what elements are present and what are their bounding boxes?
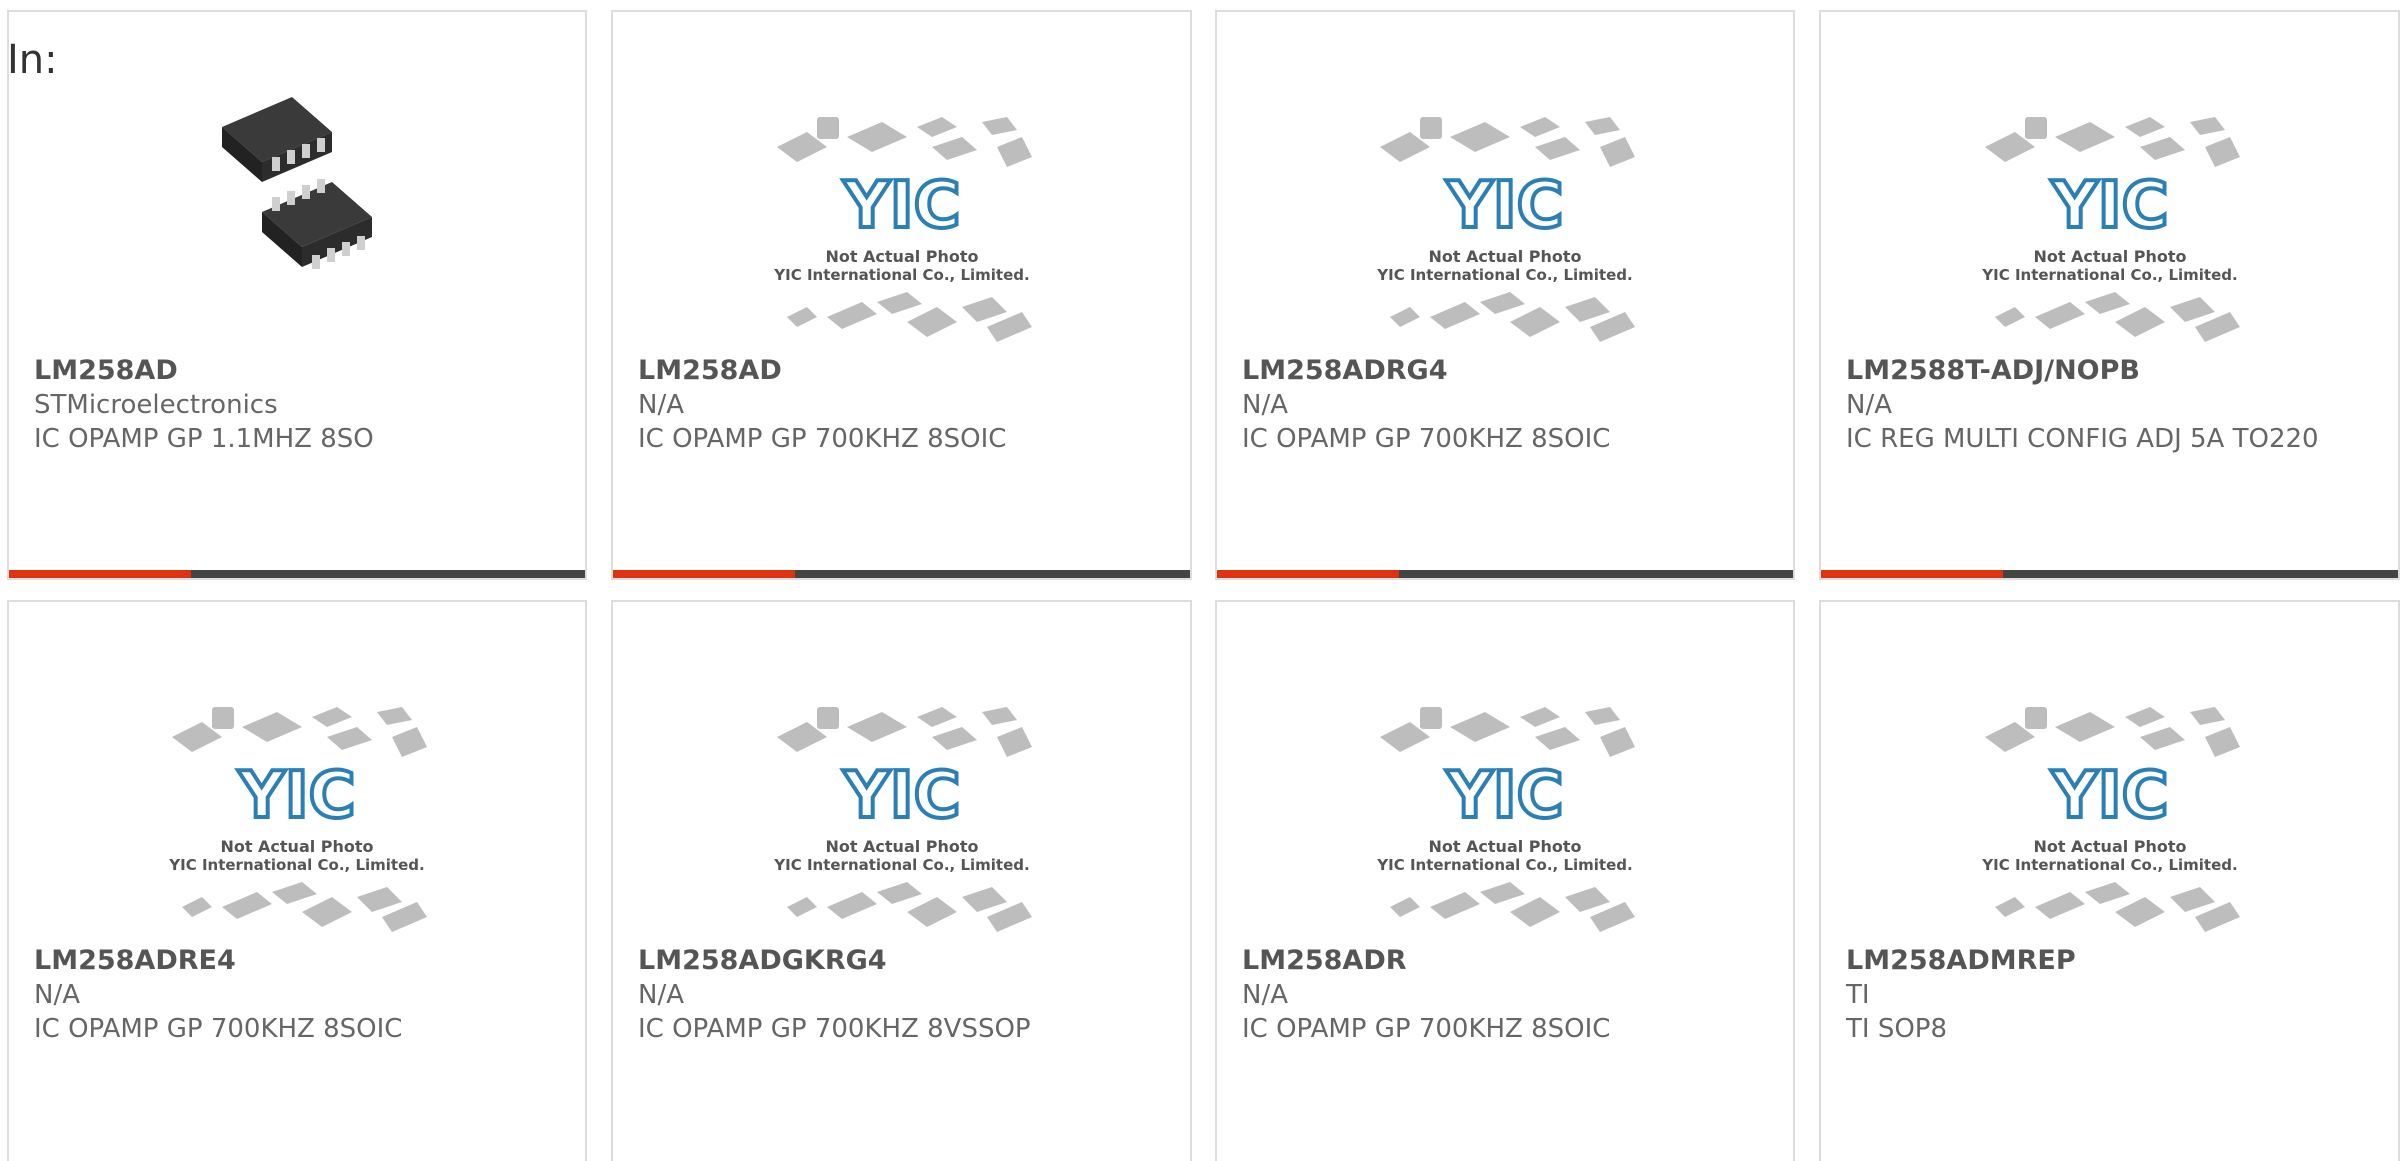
product-image [9,87,585,297]
product-card[interactable]: YIC Not Actual Photo YIC International C… [611,600,1192,1161]
svg-text:Not Actual Photo: Not Actual Photo [825,247,978,266]
yic-logo-icon: YIC [237,759,355,833]
yic-logo-icon: YIC [842,759,960,833]
part-number[interactable]: LM258ADGKRG4 [638,944,1165,978]
product-image: YIC Not Actual Photo YIC International C… [1217,692,1793,942]
part-number[interactable]: LM258ADR [1242,944,1768,978]
manufacturer: N/A [1846,390,1892,420]
product-card[interactable]: YIC Not Actual Photo YIC International C… [1215,10,1795,580]
description: IC OPAMP GP 1.1MHZ 8SO [34,424,374,454]
svg-text:YIC International Co., Limited: YIC International Co., Limited. [1376,856,1632,874]
card-footer-bar [1217,570,1793,578]
part-number[interactable]: LM258ADRG4 [1242,354,1768,388]
description: IC OPAMP GP 700KHZ 8SOIC [1242,1014,1611,1044]
yic-logo-icon: YIC [842,169,960,243]
svg-text:Not Actual Photo: Not Actual Photo [825,837,978,856]
description: IC OPAMP GP 700KHZ 8SOIC [1242,424,1611,454]
yic-logo-icon: YIC [1445,759,1563,833]
product-card[interactable]: YIC Not Actual Photo YIC International C… [1819,600,2400,1161]
svg-text:YIC International Co., Limited: YIC International Co., Limited. [1376,266,1632,284]
manufacturer: TI [1846,980,1870,1010]
manufacturer: N/A [638,390,684,420]
soic-chip-icon [222,97,372,269]
product-card[interactable]: YIC Not Actual Photo YIC International C… [611,10,1192,580]
card-footer-bar [613,570,1190,578]
yic-logo-icon: YIC [2050,759,2168,833]
part-number[interactable]: LM258AD [638,354,1165,388]
svg-text:YIC International Co., Limited: YIC International Co., Limited. [773,856,1029,874]
description: IC REG MULTI CONFIG ADJ 5A TO220 [1846,424,2319,454]
part-number[interactable]: LM258ADMREP [1846,944,2373,978]
description: TI SOP8 [1846,1014,1948,1044]
product-card[interactable]: LM258AD STMicroelectronics IC OPAMP GP 1… [7,10,587,580]
yic-logo-icon: YIC [2050,169,2168,243]
part-number[interactable]: LM2588T-ADJ/NOPB [1846,354,2373,388]
description: IC OPAMP GP 700KHZ 8SOIC [34,1014,403,1044]
yic-logo-icon: YIC [1445,169,1563,243]
product-card[interactable]: YIC Not Actual Photo YIC International C… [1819,10,2400,580]
card-footer-bar [9,570,585,578]
product-grid-page: In: LM258AD STMicroelectronics IC OPAMP … [0,0,2400,1161]
product-image: YIC Not Actual Photo YIC International C… [9,692,585,942]
svg-text:YIC International Co., Limited: YIC International Co., Limited. [168,856,424,874]
in-label: In: [7,37,58,83]
product-card[interactable]: YIC Not Actual Photo YIC International C… [7,600,587,1161]
description: IC OPAMP GP 700KHZ 8VSSOP [638,1014,1031,1044]
product-image: YIC Not Actual Photo YIC International C… [1821,692,2398,942]
description: IC OPAMP GP 700KHZ 8SOIC [638,424,1007,454]
product-image: YIC Not Actual Photo YIC International C… [1821,102,2398,352]
svg-text:YIC International Co., Limited: YIC International Co., Limited. [773,266,1029,284]
manufacturer: N/A [1242,390,1288,420]
manufacturer: STMicroelectronics [34,390,278,420]
manufacturer: N/A [1242,980,1288,1010]
svg-text:Not Actual Photo: Not Actual Photo [2033,247,2186,266]
manufacturer: N/A [638,980,684,1010]
product-image: YIC Not Actual Photo YIC International C… [613,102,1190,352]
product-image: YIC Not Actual Photo YIC International C… [613,692,1190,942]
svg-text:Not Actual Photo: Not Actual Photo [1428,247,1581,266]
product-card[interactable]: YIC Not Actual Photo YIC International C… [1215,600,1795,1161]
part-number[interactable]: LM258AD [34,354,560,388]
svg-text:YIC International Co., Limited: YIC International Co., Limited. [1981,856,2237,874]
svg-text:Not Actual Photo: Not Actual Photo [2033,837,2186,856]
svg-text:Not Actual Photo: Not Actual Photo [1428,837,1581,856]
svg-text:YIC International Co., Limited: YIC International Co., Limited. [1981,266,2237,284]
part-number[interactable]: LM258ADRE4 [34,944,560,978]
product-image: YIC Not Actual Photo YIC International C… [1217,102,1793,352]
manufacturer: N/A [34,980,80,1010]
svg-text:Not Actual Photo: Not Actual Photo [220,837,373,856]
card-footer-bar [1821,570,2398,578]
